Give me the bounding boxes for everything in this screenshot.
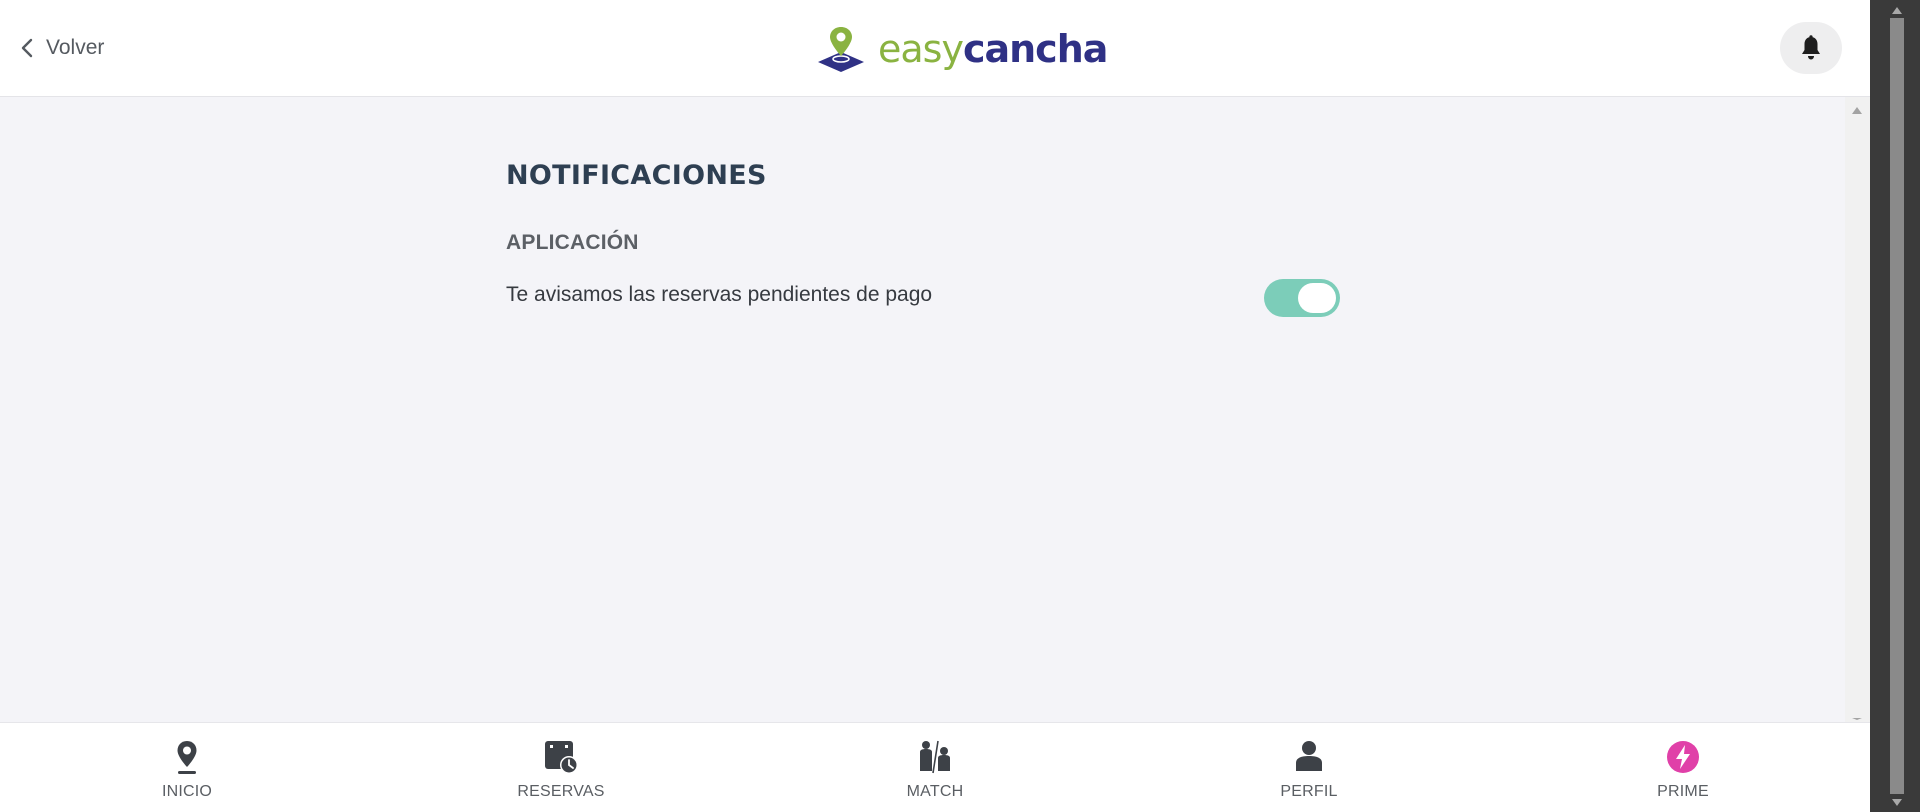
chevron-left-icon: [21, 38, 33, 58]
nav-item-reservas[interactable]: RESERVAS: [374, 723, 748, 812]
nav-label: MATCH: [906, 783, 964, 800]
nav-item-inicio[interactable]: INICIO: [0, 723, 374, 812]
logo-text-easy: easy: [878, 27, 964, 71]
logo-text-cancha: cancha: [962, 27, 1108, 71]
browser-scroll-down-icon[interactable]: [1892, 799, 1902, 806]
calendar-clock-icon: [545, 741, 578, 774]
section-title: APLICACIÓN: [506, 231, 639, 254]
app-logo[interactable]: easy cancha: [816, 24, 1108, 74]
page-title: NOTIFICACIONES: [506, 160, 767, 191]
top-header: Volver easy cancha: [0, 0, 1870, 97]
nav-item-perfil[interactable]: PERFIL: [1122, 723, 1496, 812]
browser-scroll-up-icon[interactable]: [1892, 7, 1902, 14]
user-icon: [1296, 741, 1322, 771]
app-window: Volver easy cancha NOTIFICACIONES APLICAC…: [0, 0, 1870, 812]
back-button[interactable]: Volver: [20, 30, 104, 66]
bell-icon: [1802, 35, 1820, 60]
setting-row-pending-payments: Te avisamos las reservas pendientes de p…: [506, 277, 1342, 317]
map-pin-icon: [818, 27, 864, 72]
nav-label: RESERVAS: [517, 783, 605, 800]
browser-scroll-thumb[interactable]: [1890, 18, 1904, 794]
toggle-knob: [1298, 283, 1336, 313]
browser-scrollbar[interactable]: [1870, 0, 1920, 812]
notifications-panel: NOTIFICACIONES APLICACIÓN Te avisamos la…: [506, 160, 1342, 317]
back-label: Volver: [46, 36, 105, 59]
location-pin-icon: [177, 741, 197, 774]
nav-item-prime[interactable]: PRIME: [1496, 723, 1870, 812]
nav-label: PERFIL: [1280, 783, 1338, 800]
nav-label: INICIO: [161, 783, 213, 800]
pending-payments-toggle[interactable]: [1264, 279, 1340, 317]
setting-label: Te avisamos las reservas pendientes de p…: [506, 283, 933, 306]
nav-item-match[interactable]: MATCH: [748, 723, 1122, 812]
scroll-down-arrow-icon[interactable]: [1852, 718, 1862, 720]
lightning-icon: [1667, 741, 1699, 773]
notifications-button[interactable]: [1780, 22, 1842, 74]
scroll-up-arrow-icon[interactable]: [1852, 107, 1862, 114]
nav-label: PRIME: [1657, 783, 1709, 800]
bottom-navigation: INICIO RESERVAS MATCH PERFIL PRIME: [0, 722, 1870, 812]
players-icon: [920, 740, 950, 774]
content-scrollbar[interactable]: [1845, 97, 1870, 722]
